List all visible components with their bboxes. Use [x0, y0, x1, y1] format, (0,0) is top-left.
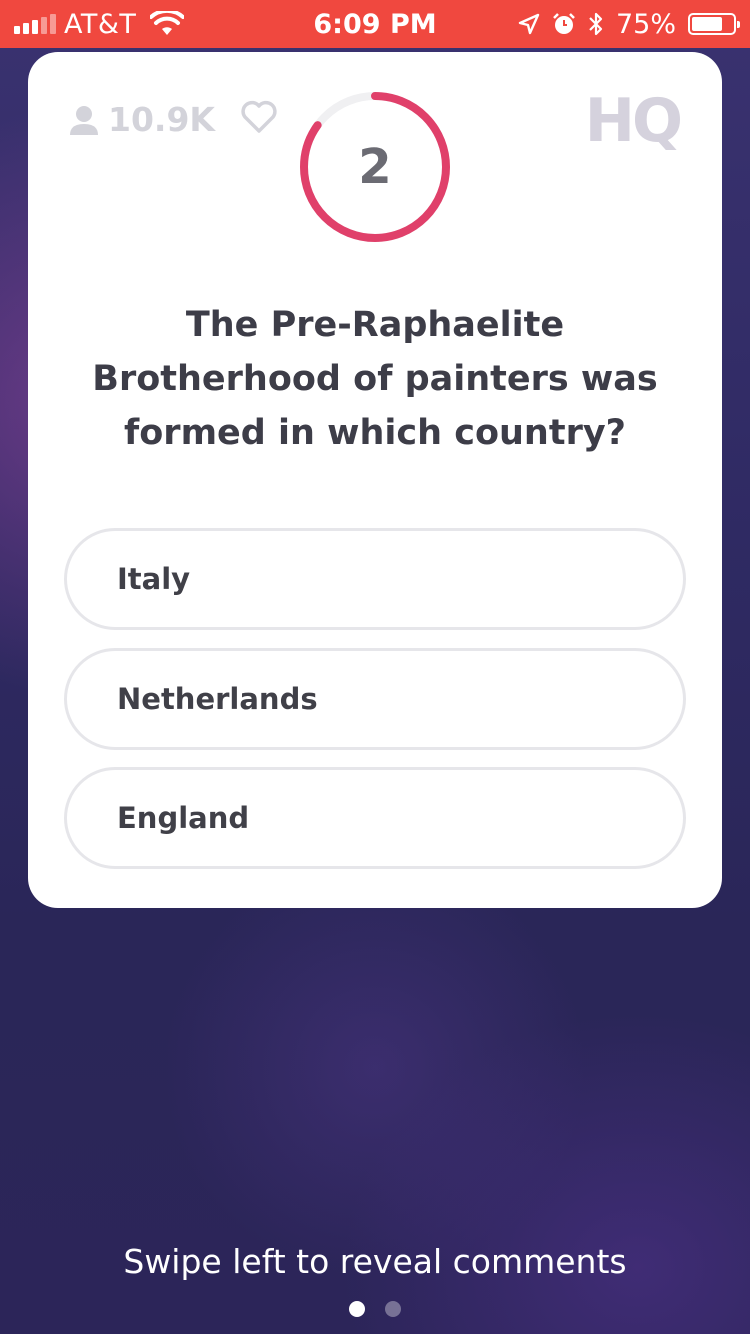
- page-dot-1[interactable]: [349, 1301, 365, 1317]
- swipe-hint: Swipe left to reveal comments: [123, 1242, 627, 1281]
- battery-percent: 75%: [615, 8, 676, 40]
- countdown-timer: 2: [298, 90, 452, 244]
- battery-icon: [688, 13, 740, 35]
- page-indicator[interactable]: [0, 1301, 750, 1317]
- status-right: 75%: [518, 0, 740, 48]
- bluetooth-icon: [589, 12, 603, 36]
- hq-logo: HQ: [584, 86, 683, 156]
- answer-option-2[interactable]: Netherlands: [64, 648, 686, 750]
- viewer-count-value: 10.9K: [108, 100, 215, 139]
- question-card: 10.9K HQ 2 The Pre-Raphaelite Brotherhoo…: [28, 52, 722, 908]
- location-icon: [518, 13, 540, 35]
- alarm-icon: [553, 13, 575, 34]
- battery-fill: [692, 17, 722, 31]
- viewer-count: 10.9K: [70, 100, 215, 139]
- status-bar: AT&T 6:09 PM 75%: [0, 0, 750, 48]
- user-icon: [70, 105, 98, 135]
- answer-option-1[interactable]: Italy: [64, 528, 686, 630]
- battery-nub: [737, 21, 740, 28]
- answer-option-3[interactable]: England: [64, 767, 686, 869]
- question-text: The Pre-Raphaelite Brotherhood of painte…: [92, 305, 658, 453]
- heart-icon[interactable]: [240, 100, 278, 134]
- timer-seconds: 2: [358, 139, 392, 195]
- page-dot-2[interactable]: [385, 1301, 401, 1317]
